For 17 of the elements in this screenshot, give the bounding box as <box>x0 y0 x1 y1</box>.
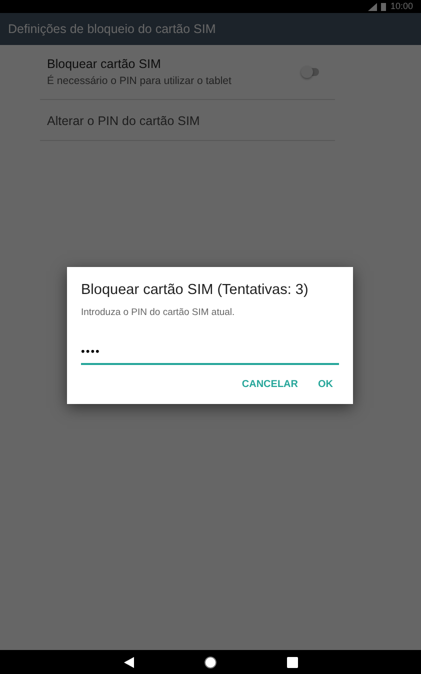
home-icon[interactable] <box>204 656 216 668</box>
battery-icon <box>381 2 386 10</box>
dialog-button[interactable]: CANCELAR <box>236 372 304 396</box>
dialog-title: Bloquear cartão SIM (Tentativas: 3) <box>81 281 310 300</box>
back-icon[interactable] <box>124 656 134 668</box>
settings-item[interactable]: Bloquear cartão SIM É necessário o PIN para utilizar o tablet <box>40 45 335 100</box>
setting-title: Alterar o PIN do cartão SIM <box>47 112 201 130</box>
clock-time: 10:00 <box>390 0 413 13</box>
dialog-button[interactable]: OK <box>312 372 339 396</box>
dialog-message: Introduza o PIN do cartão SIM atual. <box>81 306 236 320</box>
toggle-switch[interactable] <box>303 68 319 76</box>
signal-icon <box>368 2 378 10</box>
app-bar-title: Definições de bloqueio do cartão SIM <box>8 20 216 38</box>
recents-icon[interactable] <box>286 656 298 668</box>
pin-input-field[interactable]: •••• <box>81 344 339 364</box>
setting-title: Bloquear cartão SIM <box>47 56 162 73</box>
setting-summary: É necessário o PIN para utilizar o tablet <box>47 74 232 89</box>
